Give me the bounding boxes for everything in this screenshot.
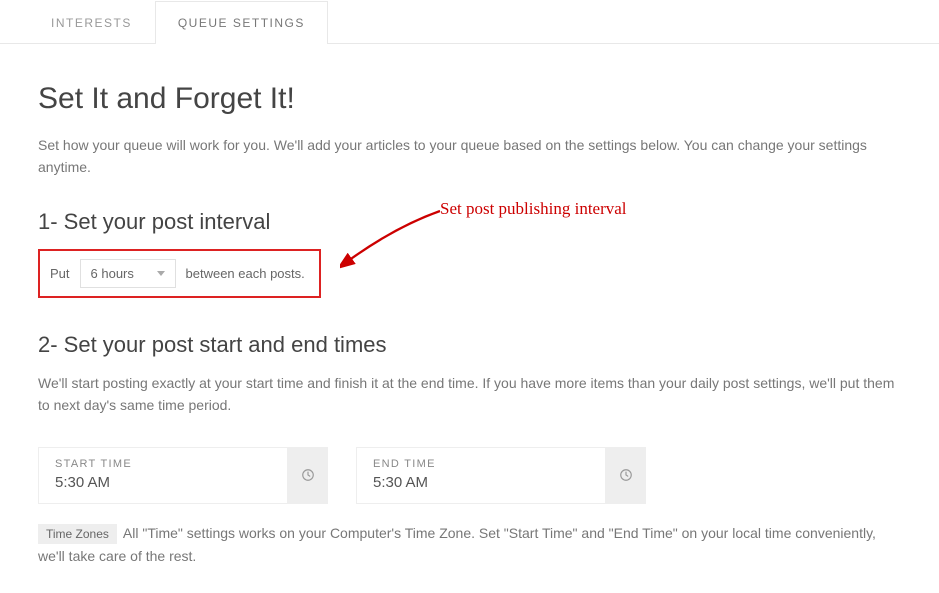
end-time-value: 5:30 AM xyxy=(373,474,589,491)
tab-bar: INTERESTS QUEUE SETTINGS xyxy=(0,0,939,44)
content-area: Set It and Forget It! Set how your queue… xyxy=(0,44,939,593)
chevron-down-icon xyxy=(157,271,165,276)
end-time-label: END TIME xyxy=(373,458,589,470)
start-time-label: START TIME xyxy=(55,458,271,470)
timezone-text: All "Time" settings works on your Comput… xyxy=(38,525,876,565)
end-time-picker-button[interactable] xyxy=(606,447,646,504)
tab-interests[interactable]: INTERESTS xyxy=(28,1,155,44)
interval-suffix-label: between each posts. xyxy=(186,266,305,281)
section-times-desc: We'll start posting exactly at your star… xyxy=(38,372,901,417)
section-interval-heading: 1- Set your post interval xyxy=(38,209,901,235)
tab-queue-settings[interactable]: QUEUE SETTINGS xyxy=(155,1,328,44)
interval-control-row: Put 6 hours between each posts. Set post… xyxy=(38,249,321,298)
interval-selected-value: 6 hours xyxy=(91,266,134,281)
start-time-value: 5:30 AM xyxy=(55,474,271,491)
clock-icon xyxy=(301,468,315,482)
clock-icon xyxy=(619,468,633,482)
section-times-heading: 2- Set your post start and end times xyxy=(38,332,901,358)
interval-select[interactable]: 6 hours xyxy=(80,259,176,288)
end-time-input[interactable]: END TIME 5:30 AM xyxy=(356,447,606,504)
start-time-field: START TIME 5:30 AM xyxy=(38,447,328,504)
start-time-input[interactable]: START TIME 5:30 AM xyxy=(38,447,288,504)
time-fields-row: START TIME 5:30 AM END TIME 5:30 AM xyxy=(38,447,901,504)
timezone-badge: Time Zones xyxy=(38,524,117,544)
page-intro: Set how your queue will work for you. We… xyxy=(38,134,901,179)
timezone-note: Time ZonesAll "Time" settings works on y… xyxy=(38,522,901,570)
start-time-picker-button[interactable] xyxy=(288,447,328,504)
interval-prefix-label: Put xyxy=(50,266,70,281)
page-title: Set It and Forget It! xyxy=(38,82,901,116)
end-time-field: END TIME 5:30 AM xyxy=(356,447,646,504)
